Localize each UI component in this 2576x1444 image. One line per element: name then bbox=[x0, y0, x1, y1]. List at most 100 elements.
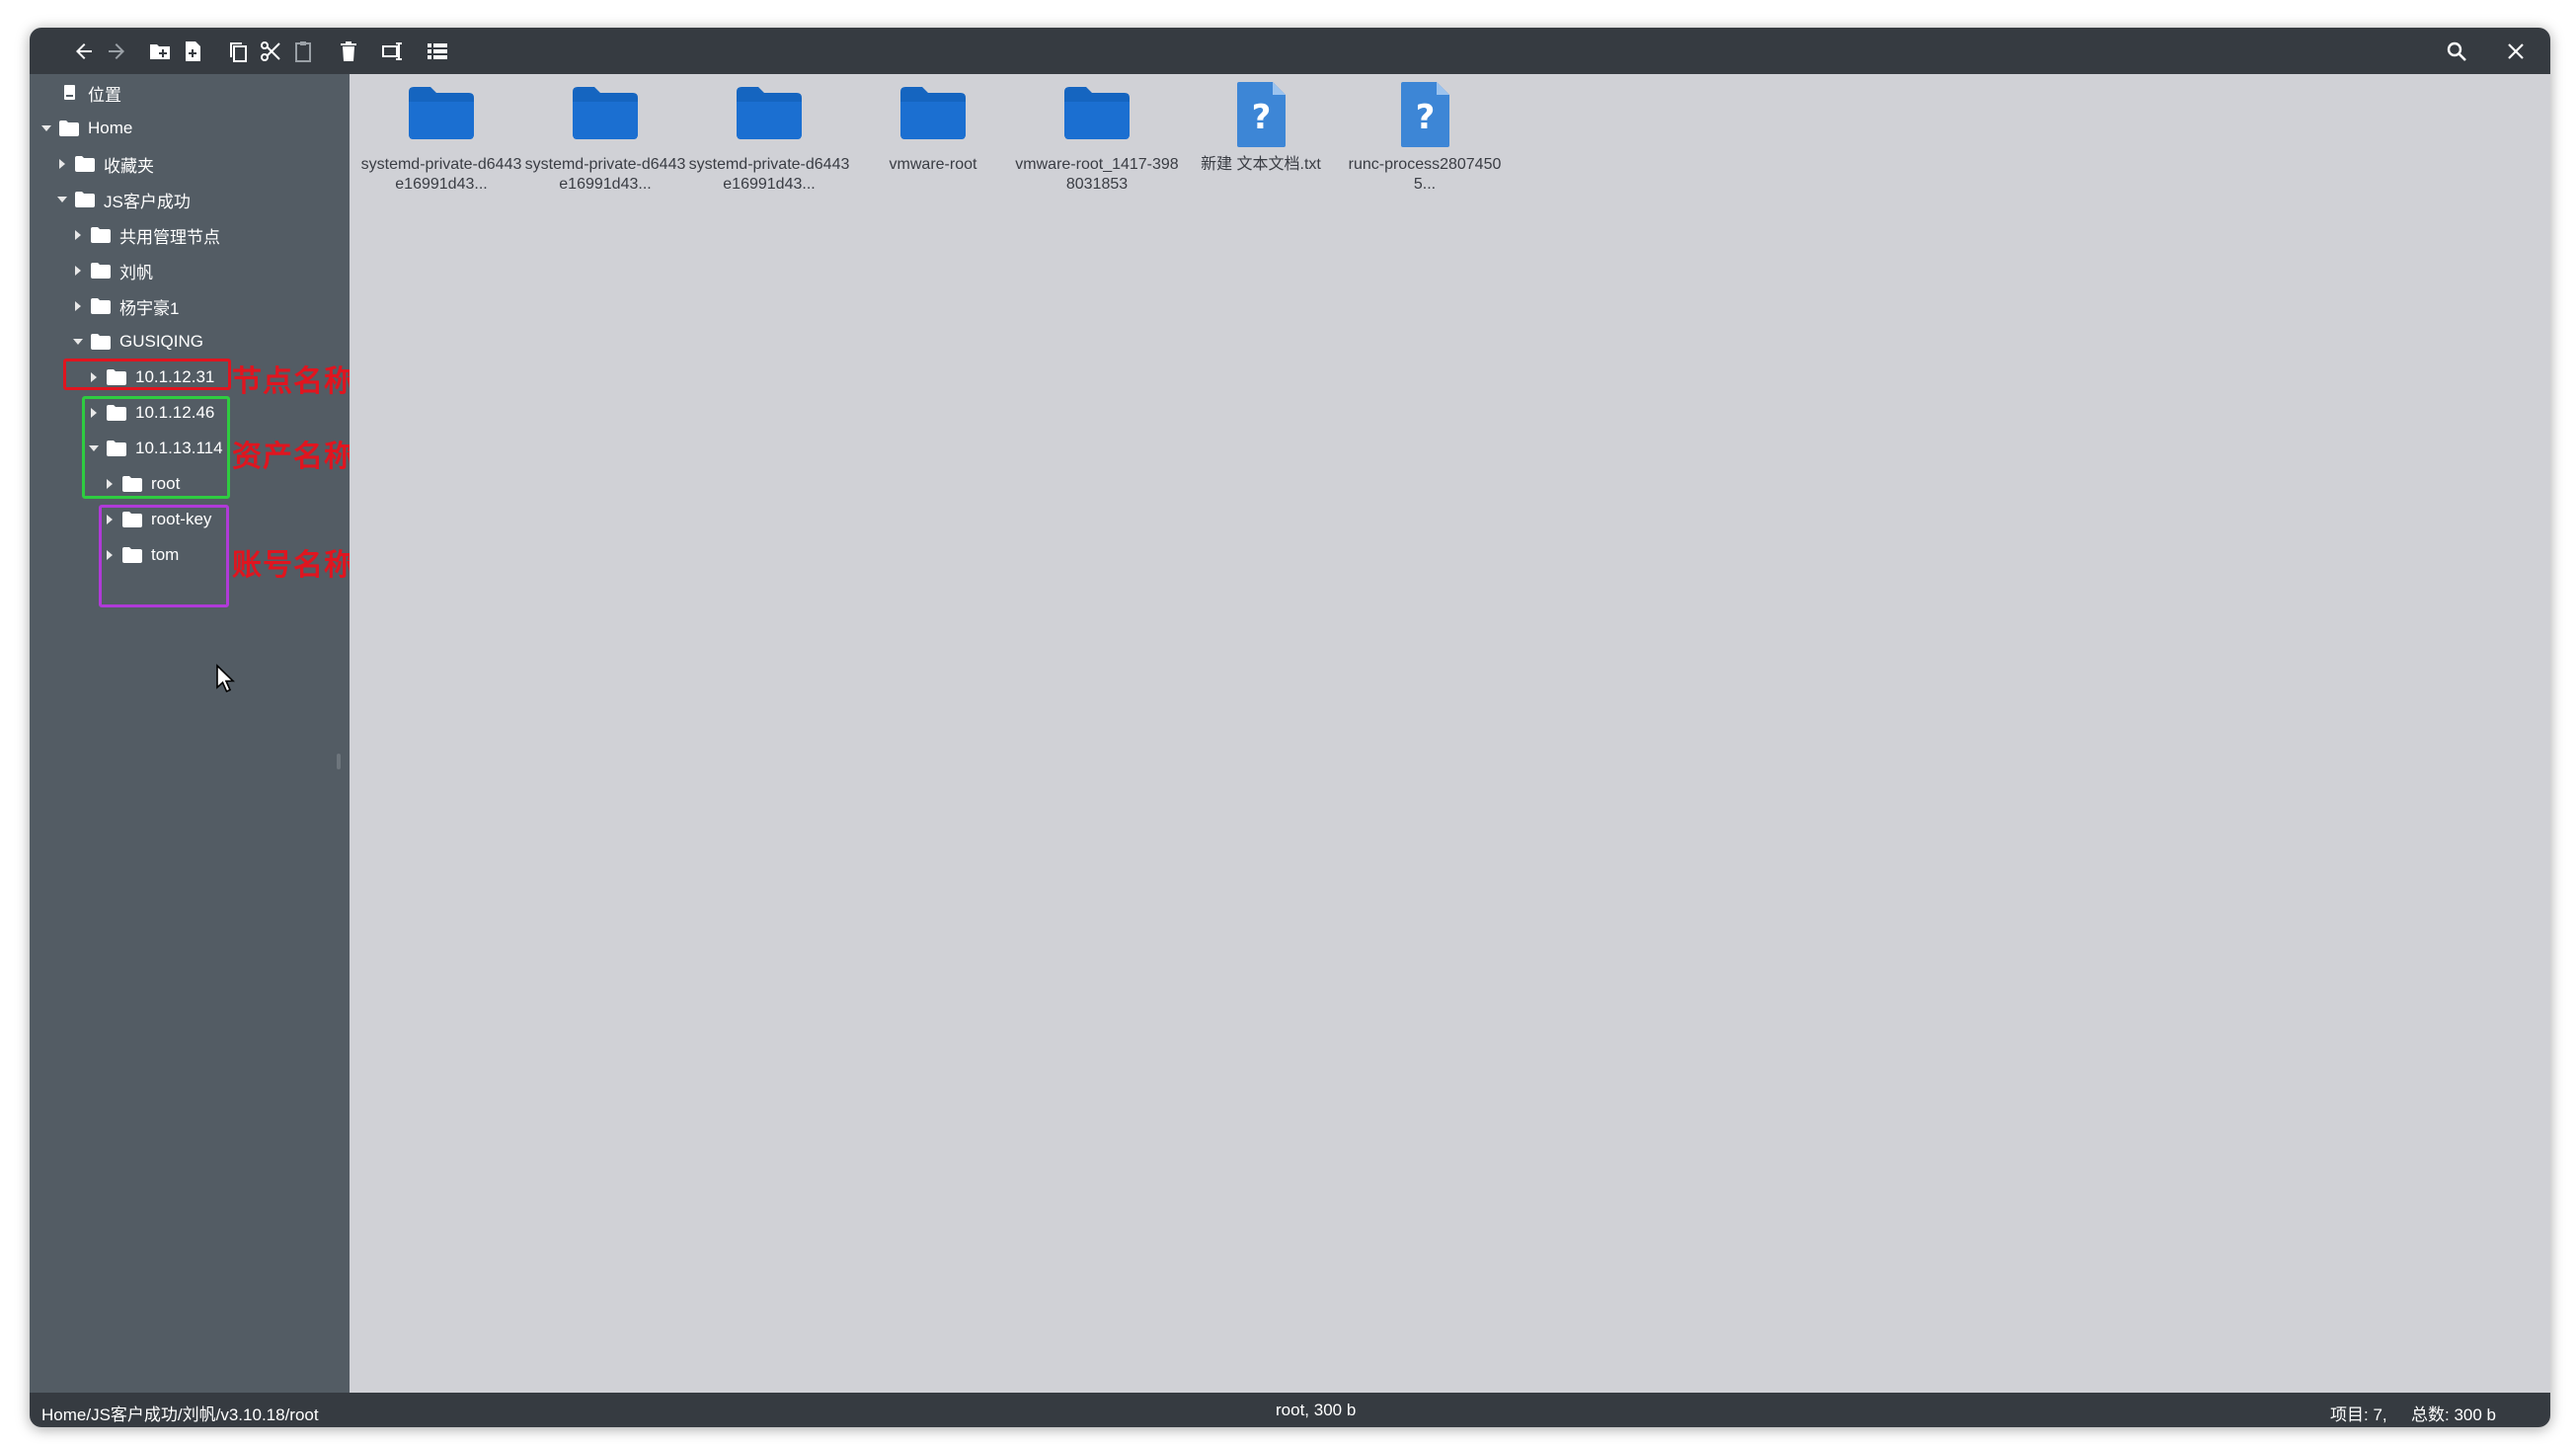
tree-expander[interactable] bbox=[69, 333, 87, 351]
sidebar-item-11[interactable]: root bbox=[101, 467, 180, 501]
tree-expander[interactable] bbox=[85, 368, 103, 386]
chevron-down-icon[interactable] bbox=[89, 443, 99, 453]
sidebar-item-8[interactable]: 10.1.12.31 bbox=[85, 361, 214, 394]
chevron-right-icon[interactable] bbox=[105, 550, 115, 560]
folder-icon bbox=[107, 441, 126, 456]
location-icon bbox=[64, 85, 75, 100]
search-button[interactable] bbox=[2442, 37, 2471, 66]
sidebar-splitter-handle[interactable] bbox=[337, 754, 341, 769]
unknown-file-icon: ? bbox=[1401, 82, 1449, 147]
copy-button[interactable] bbox=[223, 37, 253, 66]
file-item[interactable]: systemd-private-d6443e16991d43... bbox=[359, 80, 523, 208]
sidebar-item-1[interactable]: Home bbox=[38, 112, 132, 145]
file-name: 新建 文本文档.txt bbox=[1201, 156, 1321, 173]
search-icon bbox=[2447, 41, 2466, 61]
file-item[interactable]: systemd-private-d6443e16991d43... bbox=[523, 80, 687, 208]
svg-text:?: ? bbox=[1416, 98, 1436, 137]
file-name: systemd-private-d6443e16991d43... bbox=[688, 156, 850, 193]
folder-icon bbox=[91, 227, 111, 243]
sidebar-item-9[interactable]: 10.1.12.46 bbox=[85, 396, 214, 430]
chevron-right-icon[interactable] bbox=[89, 408, 99, 418]
folder-icon bbox=[91, 298, 111, 314]
sidebar-item-label: Home bbox=[88, 119, 133, 137]
chevron-right-icon[interactable] bbox=[105, 515, 115, 524]
chevron-right-icon[interactable] bbox=[73, 301, 83, 311]
file-item[interactable]: vmware-root bbox=[851, 80, 1015, 208]
sidebar-item-10[interactable]: 10.1.13.114 bbox=[85, 432, 223, 465]
forward-icon bbox=[109, 43, 124, 59]
folder-icon bbox=[122, 476, 142, 492]
sidebar-item-label: 位置 bbox=[88, 85, 121, 105]
chevron-right-icon[interactable] bbox=[57, 159, 67, 169]
folder-icon bbox=[91, 263, 111, 279]
file-item[interactable]: ? runc-process28074505... bbox=[1343, 80, 1507, 208]
chevron-right-icon[interactable] bbox=[89, 372, 99, 382]
tree-expander[interactable] bbox=[85, 440, 103, 457]
file-item[interactable]: ? 新建 文本文档.txt bbox=[1179, 80, 1343, 208]
chevron-right-icon[interactable] bbox=[73, 230, 83, 240]
sidebar-item-13[interactable]: tom bbox=[101, 538, 179, 572]
chevron-down-icon[interactable] bbox=[57, 195, 67, 204]
file-name: vmware-root_1417-3988031853 bbox=[1015, 156, 1179, 193]
back-button[interactable] bbox=[69, 37, 99, 66]
folder-icon bbox=[107, 405, 126, 421]
close-button[interactable] bbox=[2501, 37, 2531, 66]
tree-expander[interactable] bbox=[85, 404, 103, 422]
tree-expander[interactable] bbox=[69, 262, 87, 280]
tree-expander[interactable] bbox=[53, 155, 71, 173]
sidebar-item-label: tom bbox=[151, 545, 180, 564]
new-folder-button[interactable] bbox=[145, 37, 175, 66]
sidebar-item-7[interactable]: GUSIQING bbox=[69, 325, 203, 359]
paste-button[interactable] bbox=[288, 37, 318, 66]
sidebar-item-3[interactable]: JS客户成功 bbox=[53, 183, 191, 216]
folder-icon bbox=[1064, 87, 1130, 139]
folder-icon bbox=[75, 192, 95, 207]
forward-button[interactable] bbox=[102, 37, 131, 66]
chevron-down-icon[interactable] bbox=[41, 123, 51, 133]
cut-icon bbox=[261, 41, 280, 61]
tree-expander bbox=[38, 84, 55, 102]
sidebar-item-label: 10.1.12.31 bbox=[135, 367, 215, 386]
close-icon bbox=[2508, 43, 2524, 59]
sidebar-item-2[interactable]: 收藏夹 bbox=[53, 147, 154, 181]
toolbar bbox=[30, 28, 2550, 74]
list-view-button[interactable] bbox=[423, 37, 452, 66]
tree-expander[interactable] bbox=[69, 226, 87, 244]
sidebar-item-0[interactable]: 位置 bbox=[38, 76, 121, 110]
new-file-button[interactable] bbox=[178, 37, 207, 66]
sidebar-item-6[interactable]: 杨宇豪1 bbox=[69, 289, 179, 323]
tree-expander[interactable] bbox=[53, 191, 71, 208]
sidebar-item-4[interactable]: 共用管理节点 bbox=[69, 218, 220, 252]
delete-button[interactable] bbox=[334, 37, 363, 66]
file-view: systemd-private-d6443e16991d43... systemd… bbox=[350, 74, 2550, 1393]
new-file-icon bbox=[186, 41, 200, 61]
chevron-right-icon[interactable] bbox=[105, 479, 115, 489]
tree-expander[interactable] bbox=[101, 511, 118, 528]
mouse-pointer-icon bbox=[216, 664, 235, 693]
annotation-label-node: 节点名称 bbox=[232, 364, 354, 399]
tree-expander[interactable] bbox=[101, 546, 118, 564]
chevron-right-icon[interactable] bbox=[73, 266, 83, 276]
rename-button[interactable] bbox=[378, 37, 408, 66]
list-view-icon bbox=[428, 43, 447, 59]
file-item[interactable]: vmware-root_1417-3988031853 bbox=[1015, 80, 1179, 208]
folder-icon bbox=[122, 547, 142, 563]
annotation-label-asset: 资产名称 bbox=[232, 440, 354, 474]
cut-button[interactable] bbox=[256, 37, 285, 66]
chevron-down-icon[interactable] bbox=[73, 337, 83, 347]
sidebar-item-12[interactable]: root-key bbox=[101, 503, 211, 536]
folder-icon bbox=[91, 334, 111, 350]
sidebar-item-label: 10.1.13.114 bbox=[135, 439, 223, 457]
sidebar-item-5[interactable]: 刘帆 bbox=[69, 254, 153, 287]
folder-icon bbox=[737, 87, 802, 139]
folder-icon bbox=[409, 87, 474, 139]
tree-expander[interactable] bbox=[101, 475, 118, 493]
unknown-file-icon: ? bbox=[1237, 82, 1286, 147]
file-item[interactable]: systemd-private-d6443e16991d43... bbox=[687, 80, 851, 208]
file-name: runc-process28074505... bbox=[1348, 156, 1502, 193]
sidebar-tree: 位置 Home 收藏夹 JS客户成功共用管理节点刘帆 杨宇豪1 GUSIQING 10.1.… bbox=[30, 74, 353, 1393]
tree-expander[interactable] bbox=[69, 297, 87, 315]
sidebar-item-label: 共用管理节点 bbox=[119, 227, 220, 247]
tree-expander[interactable] bbox=[38, 120, 55, 137]
status-bar: Home/JS客户成功/刘帆/v3.10.18/root root, 300 b… bbox=[30, 1393, 2550, 1427]
